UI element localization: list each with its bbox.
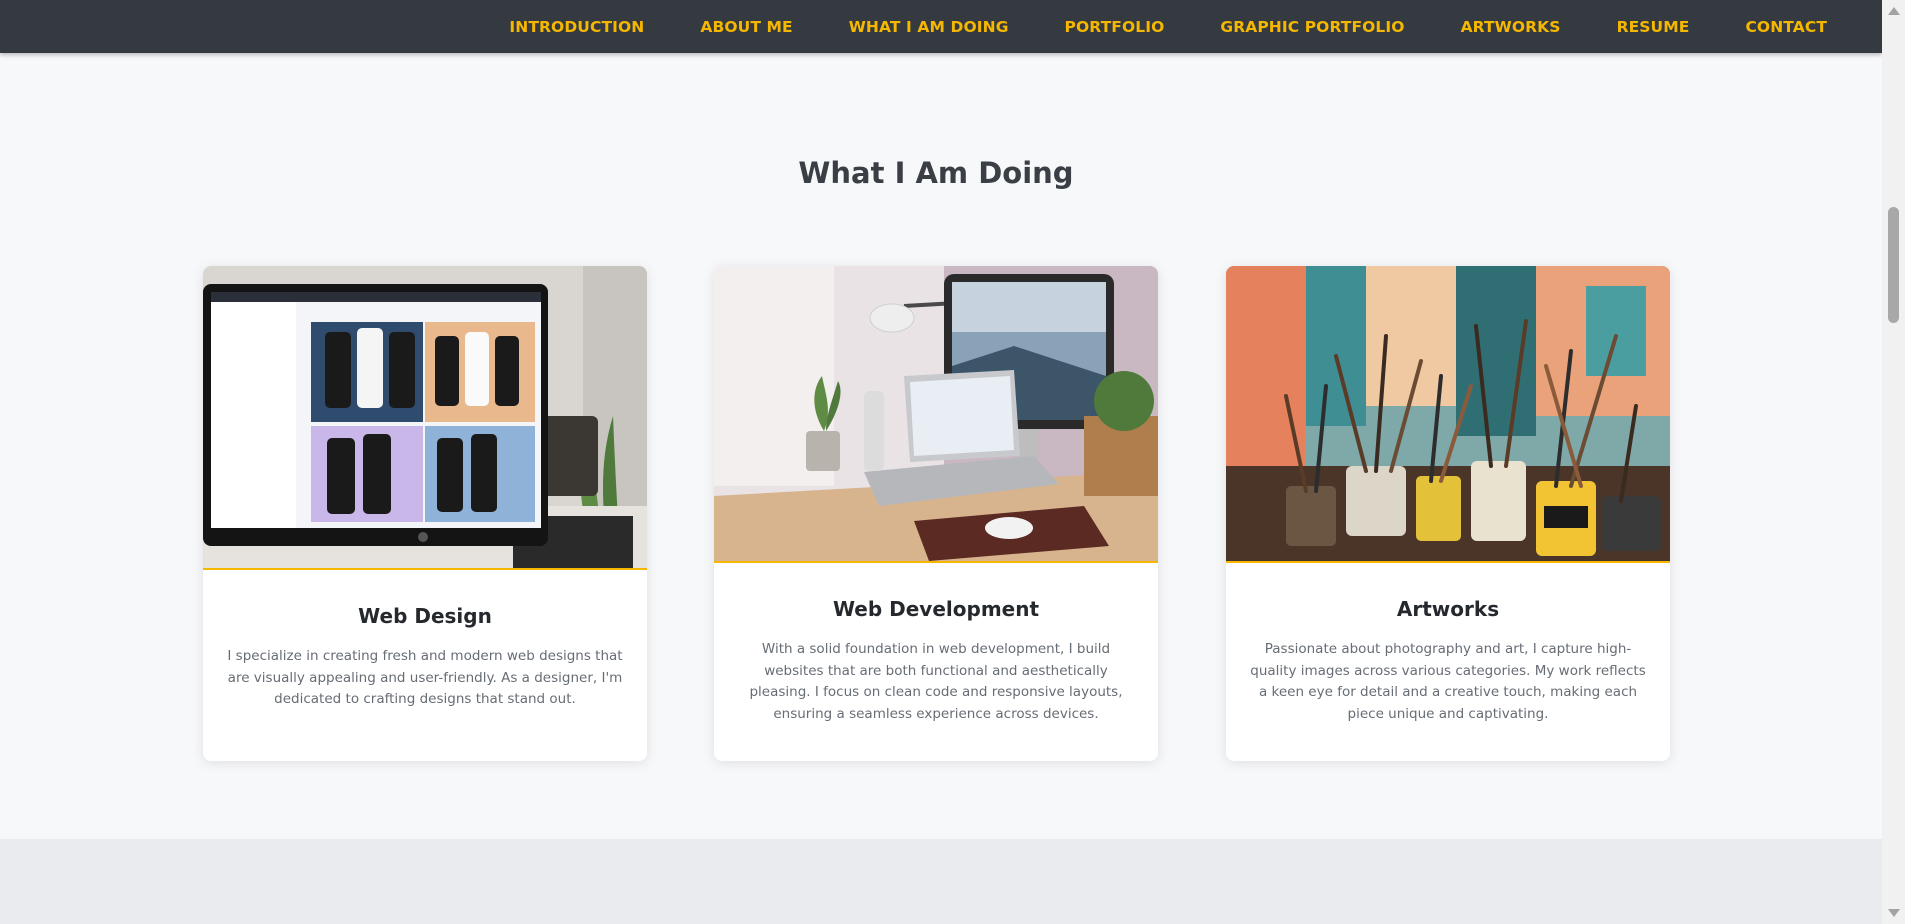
card-body: Artworks Passionate about photography an…: [1226, 597, 1670, 725]
web-development-image: [714, 266, 1158, 563]
card-description: With a solid foundation in web developme…: [749, 641, 1123, 722]
service-card-web-design: Web Design I specialize in creating fres…: [203, 266, 647, 761]
scroll-down-arrow-icon[interactable]: [1888, 909, 1900, 917]
artworks-image: [1226, 266, 1670, 563]
card-title: Web Design: [358, 604, 492, 628]
nav-link-portfolio[interactable]: PORTFOLIO: [1065, 18, 1165, 36]
card-title: Web Development: [832, 597, 1040, 621]
service-card-artworks: Artworks Passionate about photography an…: [1226, 266, 1670, 761]
vertical-scrollbar[interactable]: [1882, 0, 1905, 924]
web-design-image: [203, 266, 647, 570]
scrollbar-thumb[interactable]: [1888, 207, 1899, 323]
scroll-up-arrow-icon[interactable]: [1888, 7, 1900, 15]
service-card-web-development: Web Development With a solid foundation …: [714, 266, 1158, 761]
nav-link-artworks[interactable]: ARTWORKS: [1461, 18, 1561, 36]
nav-link-contact[interactable]: CONTACT: [1745, 18, 1827, 36]
nav-link-about-me[interactable]: ABOUT ME: [700, 18, 792, 36]
card-body: Web Development With a solid foundation …: [714, 597, 1158, 725]
card-body: Web Design I specialize in creating fres…: [203, 604, 647, 711]
nav-link-resume[interactable]: RESUME: [1617, 18, 1690, 36]
nav-menu: INTRODUCTION ABOUT ME WHAT I AM DOING PO…: [509, 0, 1827, 53]
nav-link-what-i-am-doing[interactable]: WHAT I AM DOING: [849, 18, 1009, 36]
section-title: What I Am Doing: [798, 156, 1074, 190]
card-title: Artworks: [1396, 597, 1500, 621]
top-navbar: INTRODUCTION ABOUT ME WHAT I AM DOING PO…: [0, 0, 1882, 53]
card-description: Passionate about photography and art, I …: [1250, 641, 1646, 722]
next-section-band: [0, 839, 1882, 924]
nav-link-introduction[interactable]: INTRODUCTION: [509, 18, 644, 36]
nav-link-graphic-portfolio[interactable]: GRAPHIC PORTFOLIO: [1220, 18, 1404, 36]
card-description: I specialize in creating fresh and moder…: [227, 648, 623, 707]
